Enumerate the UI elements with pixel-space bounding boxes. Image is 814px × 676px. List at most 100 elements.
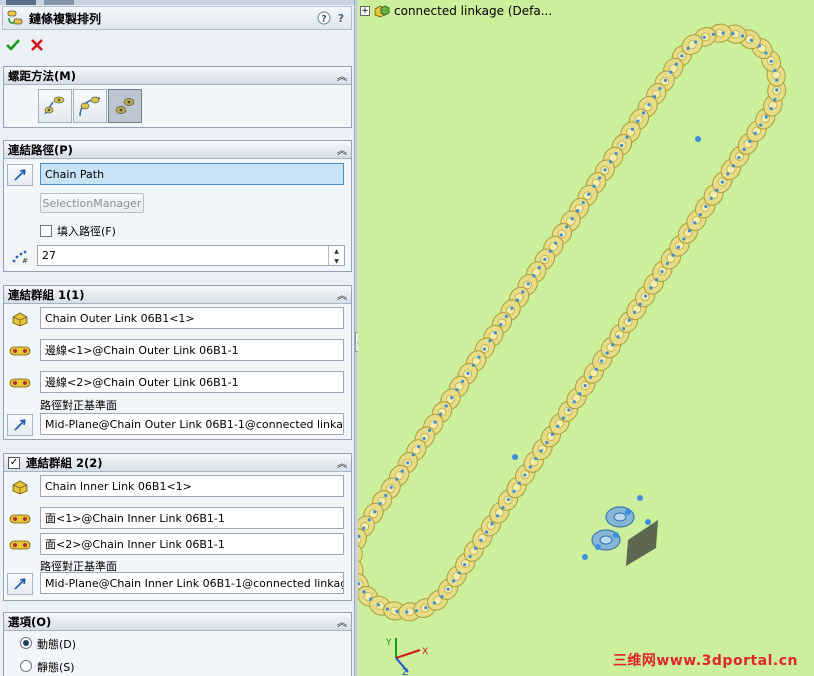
part-icon bbox=[12, 312, 28, 327]
path-dot bbox=[405, 610, 409, 614]
path-selection-icon[interactable] bbox=[7, 164, 33, 186]
chain-link-pin bbox=[538, 444, 547, 454]
chain-group-2-header[interactable]: ✓ 連結群組 2(2) ︽ bbox=[4, 454, 351, 472]
path-dot bbox=[581, 200, 585, 205]
path-dot bbox=[773, 68, 777, 72]
chain-link-pin bbox=[583, 191, 592, 201]
collapse-icon[interactable]: ︽ bbox=[335, 288, 349, 302]
chain-group-2-checkbox[interactable]: ✓ bbox=[8, 456, 20, 469]
chain-group-1-header[interactable]: 連結群組 1(1) ︽ bbox=[4, 286, 351, 304]
path-dot bbox=[539, 449, 543, 453]
path-dot bbox=[658, 86, 662, 91]
property-manager-header: 鏈條複製排列 ? ? bbox=[2, 6, 352, 30]
path-dot bbox=[627, 318, 631, 322]
page-title: 鏈條複製排列 bbox=[29, 11, 102, 26]
path-dot bbox=[726, 172, 730, 176]
chain-group-2-plane-field[interactable]: Mid-Plane@Chain Inner Link 06B1-1@connec… bbox=[40, 572, 344, 594]
path-dot bbox=[757, 44, 761, 48]
collapse-icon[interactable]: ︽ bbox=[335, 615, 349, 629]
chain-group-2: ✓ 連結群組 2(2) ︽ Chain Inner Link 06B1<1> 面… bbox=[3, 453, 352, 601]
path-dot bbox=[654, 278, 659, 282]
path-dot bbox=[663, 78, 667, 82]
path-dot bbox=[506, 497, 510, 502]
chain-group-1-edge-1-field[interactable]: 邊線<1>@Chain Outer Link 06B1-1 bbox=[40, 339, 344, 361]
static-radio[interactable] bbox=[20, 660, 32, 672]
chain-path-header[interactable]: 連結路徑(P) ︽ bbox=[4, 141, 351, 159]
chain-group-2-component-field[interactable]: Chain Inner Link 06B1<1> bbox=[40, 475, 344, 497]
plane-selection-icon[interactable] bbox=[7, 414, 33, 436]
connected-linkage-button[interactable] bbox=[73, 89, 107, 123]
feature-manager-tab[interactable] bbox=[6, 0, 36, 5]
options-group: 選項(O) ︽ 動態(D) 靜態(S) bbox=[3, 612, 352, 676]
chain-link-pin bbox=[675, 241, 684, 251]
cancel-button[interactable] bbox=[28, 36, 46, 54]
pitch-method-group: 螺距方法(M) ︽ bbox=[3, 66, 352, 128]
fill-path-checkbox[interactable] bbox=[40, 225, 52, 237]
path-dot bbox=[369, 597, 373, 601]
path-dot bbox=[545, 440, 549, 445]
selection-manager-button[interactable]: SelectionManager bbox=[40, 193, 144, 213]
graphics-viewport[interactable]: + connected linkage (Defa... Y X Z 三维网ww… bbox=[358, 0, 814, 676]
spin-down-icon[interactable]: ▼ bbox=[329, 256, 344, 265]
path-dot bbox=[682, 237, 686, 241]
path-dot bbox=[523, 473, 527, 477]
spin-up-icon[interactable]: ▲ bbox=[329, 246, 344, 256]
help-icon[interactable]: ? bbox=[317, 11, 331, 25]
component-icon bbox=[7, 476, 33, 498]
path-dot bbox=[665, 261, 670, 266]
selected-linkage-button[interactable] bbox=[108, 89, 142, 123]
path-dot bbox=[572, 400, 576, 404]
path-dot bbox=[693, 221, 697, 225]
options-header[interactable]: 選項(O) ︽ bbox=[4, 613, 351, 631]
path-dot bbox=[641, 111, 646, 115]
chain-path-field[interactable]: Chain Path bbox=[40, 163, 344, 185]
path-dot bbox=[446, 587, 450, 591]
path-dot bbox=[567, 408, 571, 412]
whats-new-icon[interactable]: ? bbox=[334, 11, 348, 25]
pitch-method-header[interactable]: 螺距方法(M) ︽ bbox=[4, 67, 351, 85]
instances-spinner[interactable]: ▲ ▼ bbox=[328, 246, 344, 265]
path-dot bbox=[605, 351, 609, 355]
chain-group-1-edge-2-field[interactable]: 邊線<2>@Chain Outer Link 06B1-1 bbox=[40, 371, 344, 393]
path-dot bbox=[484, 530, 489, 534]
chain-group-2-face-2-field[interactable]: 面<2>@Chain Inner Link 06B1-1 bbox=[40, 533, 344, 555]
path-dot bbox=[466, 371, 470, 375]
path-dot bbox=[775, 88, 779, 92]
svg-text:#: # bbox=[22, 257, 28, 264]
path-dot bbox=[622, 327, 626, 331]
edge-2-icon bbox=[7, 372, 33, 394]
path-dot bbox=[406, 461, 410, 465]
path-dot bbox=[773, 97, 777, 102]
chain-group-1-component-field[interactable]: Chain Outer Link 06B1<1> bbox=[40, 307, 344, 329]
chain-group-1-plane-field[interactable]: Mid-Plane@Chain Outer Link 06B1-1@connec… bbox=[40, 413, 344, 435]
path-dot bbox=[471, 363, 476, 367]
path-dot bbox=[598, 176, 602, 180]
path-dot bbox=[450, 396, 454, 400]
ok-button[interactable] bbox=[4, 36, 22, 54]
path-dot bbox=[669, 70, 673, 74]
distance-linkage-button[interactable] bbox=[38, 89, 72, 123]
instances-input[interactable]: 27 ▲ ▼ bbox=[37, 245, 345, 266]
path-dot bbox=[589, 375, 593, 379]
collapse-icon[interactable]: ︽ bbox=[335, 143, 349, 157]
chain-model[interactable]: Y X Z bbox=[358, 0, 814, 676]
chain-group-2-face-1-field[interactable]: 面<1>@Chain Inner Link 06B1-1 bbox=[40, 507, 344, 529]
path-dot bbox=[559, 233, 563, 237]
group-title: 連結路徑(P) bbox=[8, 142, 73, 157]
path-dot bbox=[576, 209, 580, 213]
path-dot bbox=[411, 453, 415, 457]
chain-group-1: 連結群組 1(1) ︽ Chain Outer Link 06B1<1> 邊線<… bbox=[3, 285, 352, 440]
property-manager-tab[interactable] bbox=[44, 0, 74, 5]
path-dot bbox=[490, 522, 494, 526]
dynamic-radio[interactable] bbox=[20, 637, 32, 649]
path-dot bbox=[709, 196, 713, 200]
chain-link-pin bbox=[446, 394, 455, 404]
dynamic-label: 動態(D) bbox=[37, 638, 77, 651]
path-dot bbox=[578, 392, 582, 396]
face-2-icon bbox=[7, 534, 33, 556]
chain-path-sketch bbox=[358, 31, 779, 614]
triad-z-label: Z bbox=[402, 668, 408, 676]
plane-selection-icon[interactable] bbox=[7, 573, 33, 595]
collapse-icon[interactable]: ︽ bbox=[335, 456, 349, 470]
collapse-icon[interactable]: ︽ bbox=[335, 69, 349, 83]
